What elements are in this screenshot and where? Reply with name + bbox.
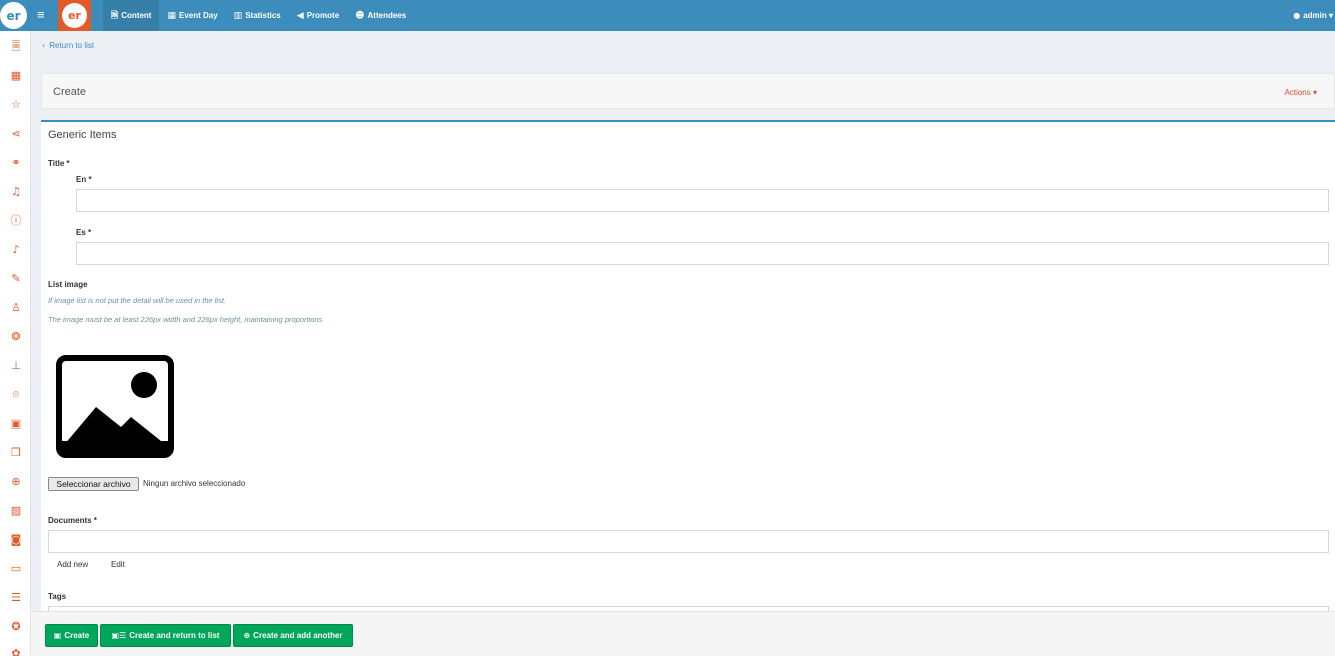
page-title: Create (53, 86, 87, 98)
user-icon: ● (1293, 11, 1301, 20)
documents-input[interactable] (48, 530, 1329, 553)
hamburger-icon[interactable]: ≡ (37, 7, 45, 22)
top-navbar: er ≡ er 🗎 Content ▦ Event Day ▥ Statistics … (0, 0, 1335, 31)
tags-label: Tags (48, 592, 67, 601)
event-logo[interactable]: er (58, 0, 91, 31)
user-menu[interactable]: ● admin ▾ (1293, 0, 1333, 31)
plus-circle-icon: ⊕ (243, 631, 251, 640)
handshake-icon[interactable]: ⚭ (9, 156, 23, 170)
user-icon[interactable]: ♙ (9, 301, 23, 315)
star-icon[interactable]: ☆ (9, 98, 23, 112)
stand-icon[interactable]: ⊥ (9, 359, 23, 373)
image-icon[interactable]: ▨ (9, 504, 23, 518)
camera-icon[interactable]: ◙ (9, 533, 23, 547)
microphone-icon[interactable]: ♪ (9, 243, 23, 257)
file-status: Ningun archivo seleccionado (143, 479, 246, 488)
main-nav: 🗎 Content ▦ Event Day ▥ Statistics ◀ Promote… (103, 0, 414, 31)
nav-event-day[interactable]: ▦ Event Day (159, 0, 225, 31)
add-new-link[interactable]: Add new (57, 560, 88, 569)
video-icon[interactable]: ▭ (9, 562, 23, 576)
save-list-icon: ▣☰ (111, 631, 127, 640)
choose-file-button[interactable]: Seleccionar archivo (48, 477, 139, 491)
create-and-add-another-button[interactable]: ⊕ Create and add another (233, 624, 353, 647)
return-to-list-link[interactable]: ‹ Return to list (42, 41, 94, 50)
sidebar: 🗏 ▦ ☆ ⋖ ⚭ ♫ ⓘ ♪ ✎ ♙ ❂ ⊥ ⌾ ▣ ❐ ⊕ ▨ ◙ ▭ ☰ … (0, 31, 31, 656)
nav-content[interactable]: 🗎 Content (103, 0, 160, 31)
nav-attendees[interactable]: ☻ Attendees (347, 0, 414, 31)
help-text-1: If image list is not put the detail will… (48, 296, 227, 305)
search-icon[interactable]: ⊕ (9, 475, 23, 489)
list-image-label: List image (48, 280, 88, 289)
share-icon[interactable]: ⋖ (9, 127, 23, 141)
chat-icon[interactable]: ✎ (9, 272, 23, 286)
edit-link[interactable]: Edit (111, 560, 125, 569)
documents-label: Documents * (48, 516, 97, 525)
main-content: ‹ Return to list Create Actions ▾ Generic… (31, 31, 1335, 656)
chevron-left-icon: ‹ (42, 41, 46, 50)
bell-icon[interactable]: ♫ (9, 185, 23, 199)
image-placeholder-icon (56, 355, 174, 458)
help-text-2: The image must be at least 226px width a… (48, 315, 323, 324)
title-en-input[interactable] (76, 189, 1329, 212)
box-title: Generic Items (48, 129, 117, 141)
form-box: Generic Items Title * En * Es * List ima… (41, 120, 1335, 629)
map-marker-icon[interactable]: ⌾ (9, 388, 23, 402)
image-gallery-icon[interactable]: ▣ (9, 417, 23, 431)
document-icon[interactable]: 🗏 (9, 40, 23, 54)
comments-icon[interactable]: ❂ (9, 330, 23, 344)
users-icon: ☻ (355, 10, 365, 21)
en-label: En * (76, 175, 92, 184)
create-button[interactable]: ▣ Create (45, 624, 98, 647)
copy-icon[interactable]: ❐ (9, 446, 23, 460)
file-icon: 🗎 (111, 10, 119, 21)
calendar-icon[interactable]: ▦ (9, 69, 23, 83)
actions-dropdown[interactable]: Actions ▾ (1285, 88, 1317, 97)
caret-down-icon: ▾ (1326, 11, 1333, 20)
award-icon[interactable]: ✪ (9, 620, 23, 634)
page-header: Create Actions ▾ (41, 73, 1335, 109)
calendar-icon: ▦ (167, 10, 176, 21)
info-icon[interactable]: ⓘ (9, 214, 23, 228)
form-actions-bar: ▣ Create ▣☰ Create and return to list ⊕ Cre… (31, 611, 1335, 656)
brand-logo[interactable]: er (0, 2, 27, 29)
bar-chart-icon: ▥ (233, 10, 243, 21)
title-label: Title * (48, 159, 70, 168)
caret-down-icon: ▾ (1310, 88, 1317, 97)
bullhorn-icon: ◀ (296, 10, 304, 21)
es-label: Es * (76, 228, 92, 237)
title-es-input[interactable] (76, 242, 1329, 265)
list-icon[interactable]: ☰ (9, 591, 23, 605)
save-icon: ▣ (53, 631, 62, 640)
create-and-return-button[interactable]: ▣☰ Create and return to list (100, 624, 231, 647)
nav-promote[interactable]: ◀ Promote (289, 0, 347, 31)
nav-statistics[interactable]: ▥ Statistics (226, 0, 289, 31)
puzzle-icon[interactable]: ✿ (9, 647, 23, 656)
